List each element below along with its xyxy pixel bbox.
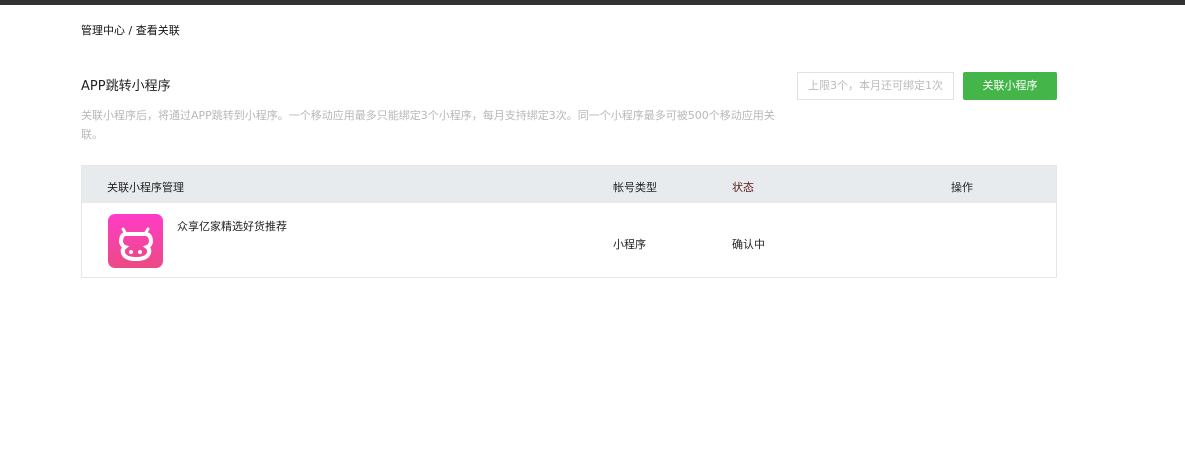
account-type: 小程序 (613, 238, 646, 251)
link-mini-program-button[interactable]: 关联小程序 (963, 72, 1057, 100)
column-header-manage: 关联小程序管理 (107, 181, 184, 194)
column-header-status: 状态 (732, 181, 754, 194)
table-header: 关联小程序管理 帐号类型 状态 操作 (82, 166, 1056, 203)
column-header-actions: 操作 (951, 181, 973, 194)
breadcrumb: 管理中心 / 查看关联 (81, 24, 180, 37)
linked-mini-program-table: 关联小程序管理 帐号类型 状态 操作 众享亿家精选好货推荐 小程序 确认中 (81, 165, 1057, 278)
mini-program-name: 众享亿家精选好货推荐 (177, 220, 287, 233)
top-bar (0, 0, 1185, 5)
table-row: 众享亿家精选好货推荐 小程序 确认中 (82, 203, 1056, 277)
page-description: 关联小程序后，将通过APP跳转到小程序。一个移动应用最多只能绑定3个小程序，每月… (81, 109, 775, 141)
bind-limit-info: 上限3个，本月还可绑定1次 (797, 72, 954, 100)
page-title: APP跳转小程序 (81, 79, 171, 94)
cow-logo-icon (108, 214, 163, 268)
column-header-account-type: 帐号类型 (613, 181, 657, 194)
status-text: 确认中 (732, 238, 765, 251)
